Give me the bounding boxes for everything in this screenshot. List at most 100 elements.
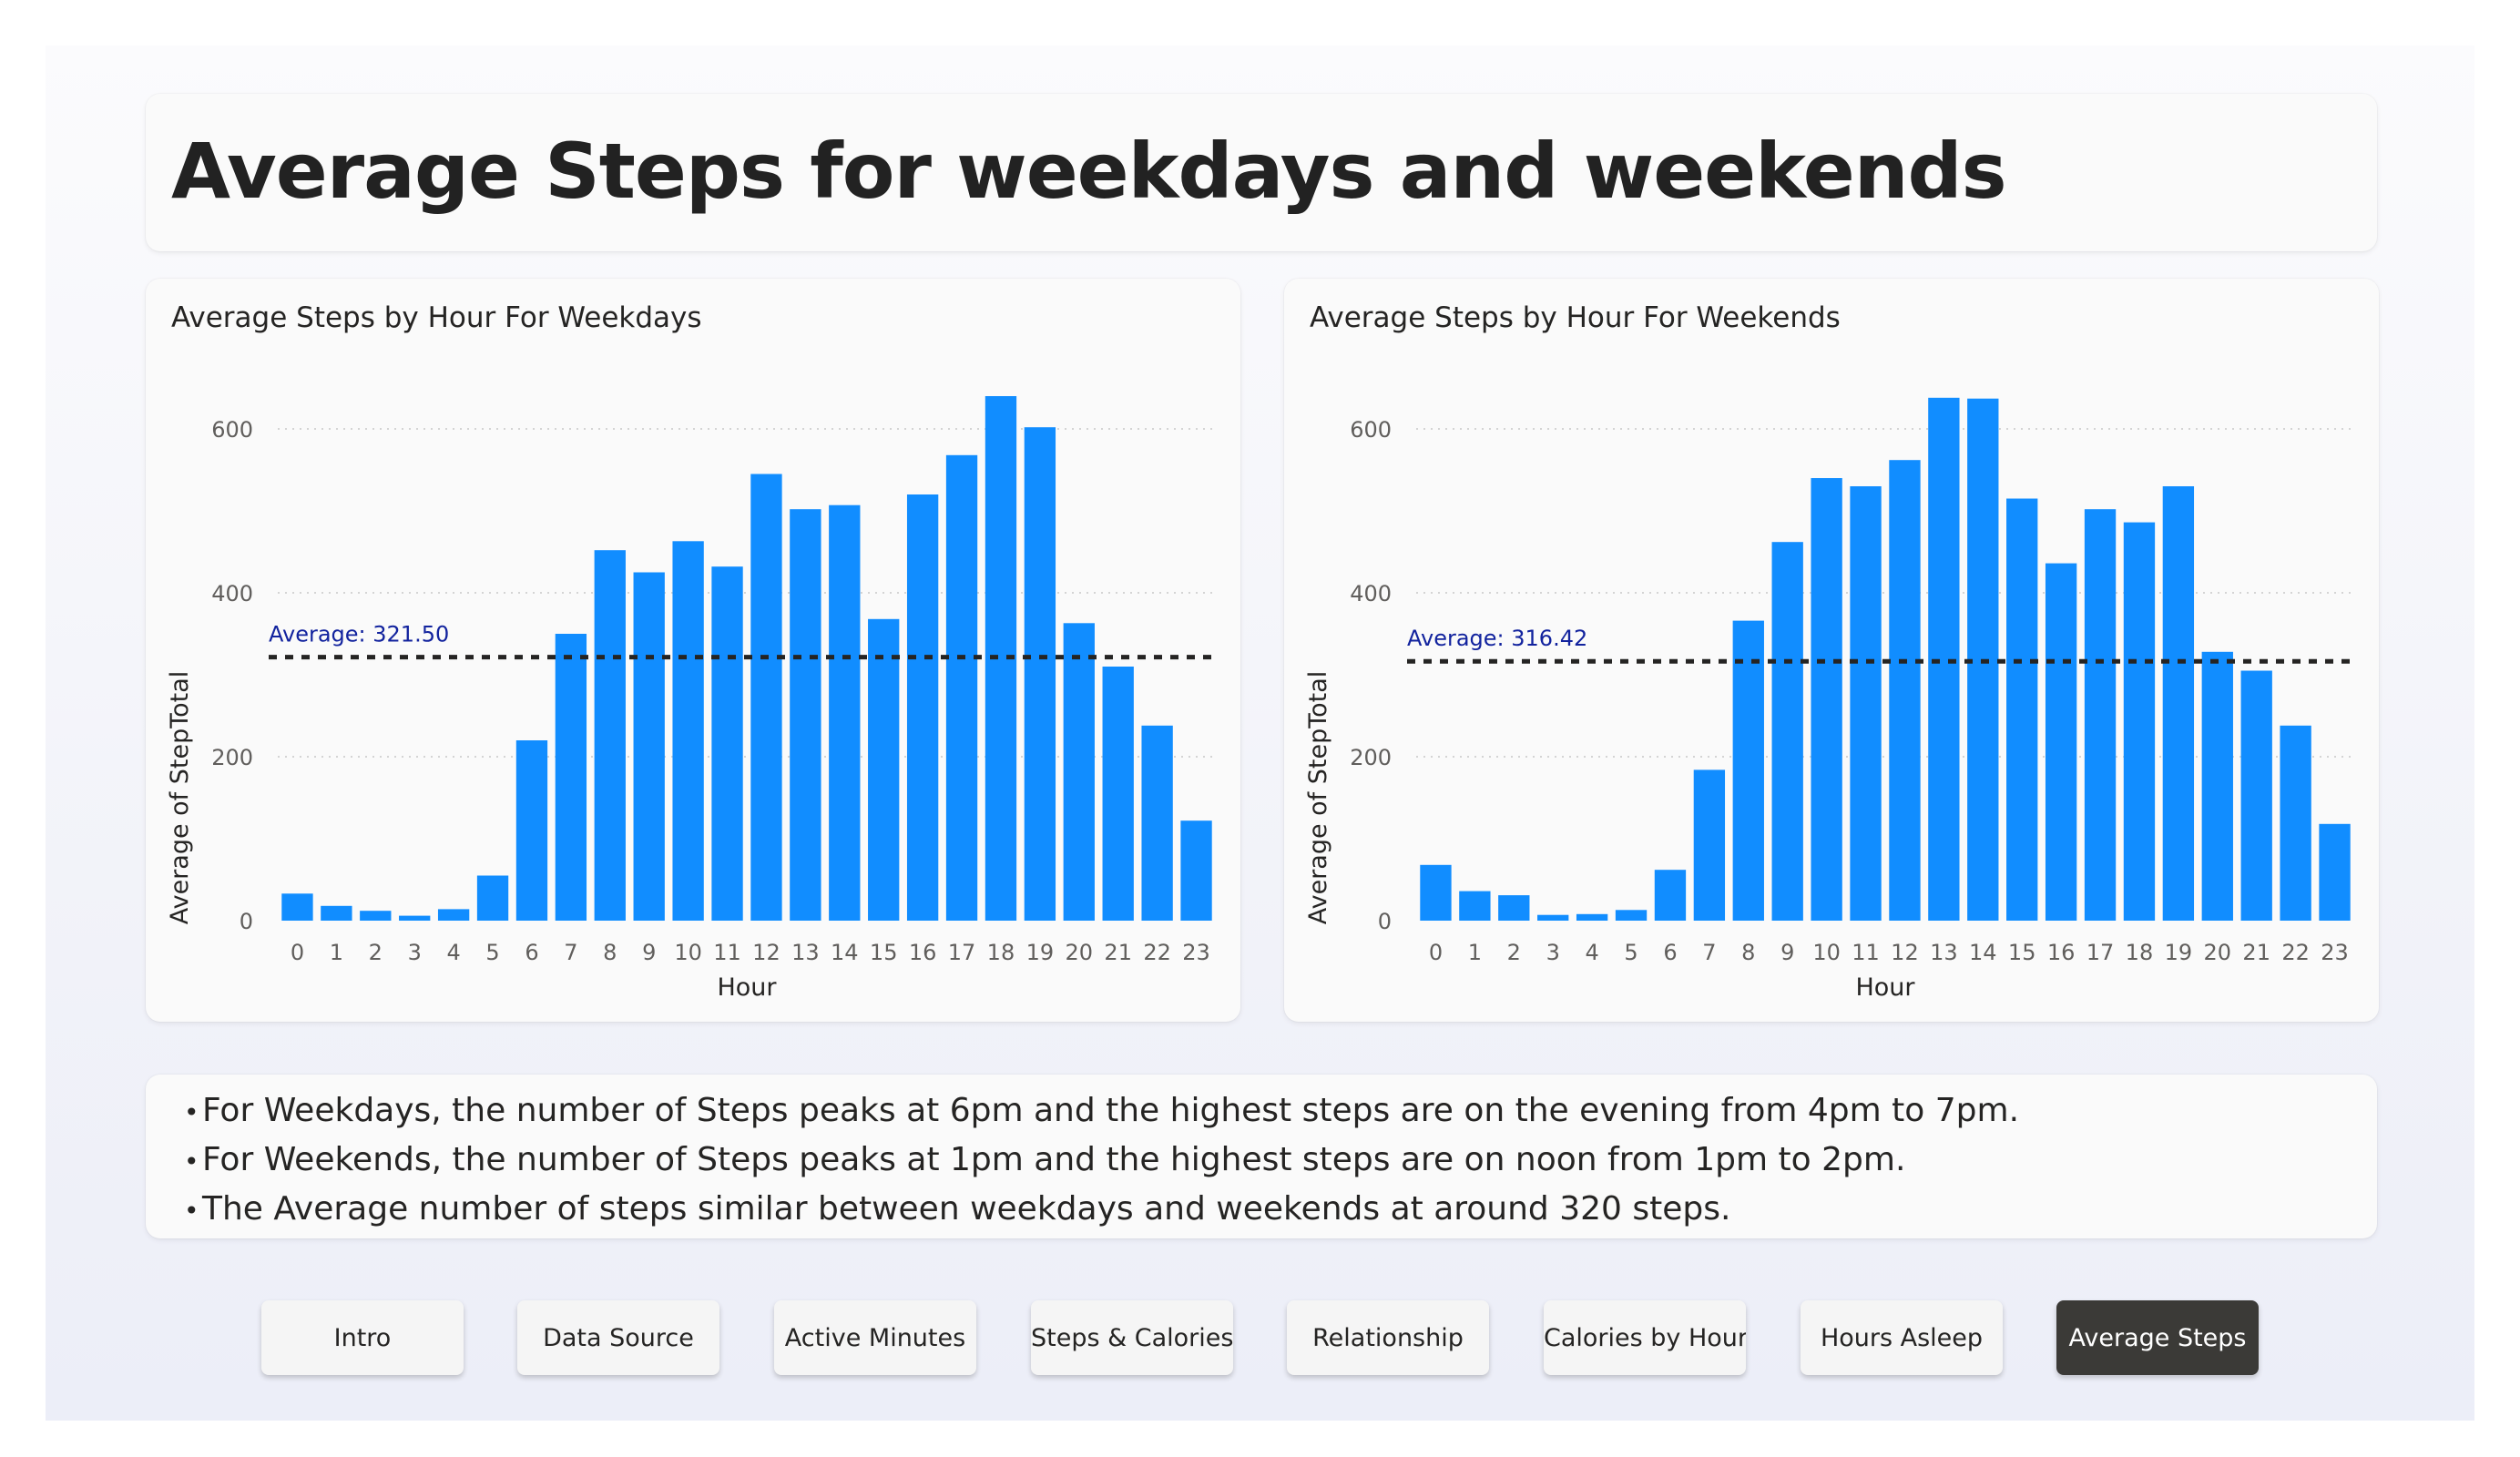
bar-hour-6[interactable] (1654, 870, 1687, 921)
bar-hour-19[interactable] (1024, 427, 1056, 921)
bar-hour-4[interactable] (1576, 913, 1608, 921)
x-tick-label: 6 (525, 940, 538, 965)
x-tick-label: 23 (2321, 940, 2349, 965)
bar-hour-8[interactable] (1732, 620, 1764, 921)
nav-button-hours-asleep[interactable]: Hours Asleep (1801, 1300, 2003, 1375)
bar-hour-15[interactable] (2006, 498, 2038, 922)
y-axis-title: Average of StepTotal (166, 671, 194, 925)
x-tick-label: 13 (791, 940, 820, 965)
nav-button-average-steps[interactable]: Average Steps (2056, 1300, 2259, 1375)
bar-hour-0[interactable] (1420, 864, 1452, 921)
bar-hour-17[interactable] (945, 454, 978, 921)
nav-button-active-minutes[interactable]: Active Minutes (774, 1300, 976, 1375)
bar-hour-10[interactable] (1811, 478, 1842, 921)
weekend-chart-card[interactable]: Average Steps by Hour For Weekends 0 200 4… (1284, 279, 2379, 1022)
x-tick-label: 0 (291, 940, 304, 965)
x-tick-label: 9 (642, 940, 656, 965)
x-tick-label: 19 (1026, 940, 1055, 965)
x-axis-title: Hour (717, 973, 777, 1002)
y-tick-label: 600 (1350, 417, 1392, 443)
bar-hour-1[interactable] (1459, 891, 1491, 921)
bar-hour-18[interactable] (2123, 522, 2156, 921)
bar-hour-15[interactable] (868, 618, 900, 921)
y-tick-label: 200 (211, 745, 253, 770)
bar-hour-2[interactable] (1498, 895, 1530, 921)
bar-hour-13[interactable] (790, 509, 821, 921)
x-tick-label: 5 (1624, 940, 1637, 965)
x-tick-label: 10 (1812, 940, 1841, 965)
insight-item: •For Weekends, the number of Steps peaks… (184, 1136, 2377, 1186)
bar-hour-3[interactable] (399, 915, 431, 921)
x-tick-label: 7 (1702, 940, 1716, 965)
x-tick-label: 2 (369, 940, 383, 965)
x-tick-label: 20 (2204, 940, 2232, 965)
average-label: Average: 316.42 (1407, 626, 1587, 651)
bar-hour-12[interactable] (1889, 460, 1921, 921)
x-tick-label: 2 (1507, 940, 1521, 965)
x-tick-label: 15 (2008, 940, 2036, 965)
insight-text: The Average number of steps similar betw… (202, 1190, 1731, 1228)
bullet-icon: • (184, 1196, 199, 1226)
insights-list: •For Weekdays, the number of Steps peaks… (146, 1075, 2377, 1235)
bar-hour-2[interactable] (360, 911, 392, 921)
nav-button-intro[interactable]: Intro (261, 1300, 464, 1375)
nav-button-relationship[interactable]: Relationship (1287, 1300, 1489, 1375)
bar-hour-0[interactable] (281, 893, 313, 921)
average-label: Average: 321.50 (269, 622, 449, 647)
x-tick-label: 23 (1182, 940, 1210, 965)
x-tick-label: 12 (1891, 940, 1919, 965)
weekday-steps-chart: 02004006000 1 2 3 4 5 6 7 8 9 10 11 12 13 14 15 16 17 18 19… (166, 396, 1216, 1002)
bar-hour-8[interactable] (594, 550, 626, 921)
title-card: Average Steps for weekdays and weekends (146, 94, 2377, 251)
bar-hour-11[interactable] (711, 566, 743, 921)
bar-hour-17[interactable] (2084, 509, 2117, 921)
bar-hour-23[interactable] (2319, 823, 2351, 921)
insight-text: For Weekdays, the number of Steps peaks … (202, 1092, 2020, 1129)
bar-hour-20[interactable] (2201, 651, 2233, 921)
bar-hour-1[interactable] (321, 905, 352, 921)
bar-hour-9[interactable] (633, 572, 665, 922)
insight-item: •For Weekdays, the number of Steps peaks… (184, 1087, 2377, 1136)
y-tick-label: 400 (1350, 581, 1392, 606)
bar-hour-22[interactable] (2280, 725, 2311, 921)
x-tick-label: 8 (603, 940, 617, 965)
bar-hour-21[interactable] (1102, 667, 1134, 921)
x-tick-label: 3 (408, 940, 422, 965)
bar-hour-3[interactable] (1537, 914, 1569, 921)
bar-hour-22[interactable] (1141, 725, 1173, 921)
bar-hour-12[interactable] (750, 474, 782, 922)
bar-hour-4[interactable] (437, 909, 470, 921)
bar-hour-10[interactable] (672, 541, 704, 921)
insight-item: •The Average number of steps similar bet… (184, 1186, 2377, 1235)
bar-hour-19[interactable] (2162, 486, 2195, 921)
y-tick-label: 400 (211, 581, 253, 606)
x-tick-label: 17 (2086, 940, 2115, 965)
x-tick-label: 3 (1546, 940, 1560, 965)
bar-hour-21[interactable] (2240, 670, 2272, 922)
bar-hour-16[interactable] (906, 494, 939, 921)
bar-hour-9[interactable] (1771, 542, 1803, 921)
bar-hour-7[interactable] (1693, 769, 1726, 921)
y-tick-label: 0 (1378, 909, 1392, 934)
x-tick-label: 14 (1969, 940, 1997, 965)
bar-hour-7[interactable] (555, 634, 587, 921)
x-tick-label: 8 (1741, 940, 1755, 965)
nav-button-steps-calories[interactable]: Steps & Calories (1031, 1300, 1233, 1375)
bar-hour-20[interactable] (1063, 623, 1095, 921)
x-tick-label: 20 (1066, 940, 1094, 965)
bar-hour-16[interactable] (2045, 563, 2077, 921)
weekday-chart-card[interactable]: Average Steps by Hour For Weekdays 0 200 4… (146, 279, 1240, 1022)
y-tick-label: 200 (1350, 745, 1392, 770)
insights-card: •For Weekdays, the number of Steps peaks… (146, 1075, 2377, 1238)
nav-button-calories-by-hour[interactable]: Calories by Hour (1544, 1300, 1746, 1375)
bar-hour-11[interactable] (1850, 486, 1882, 921)
bar-hour-6[interactable] (515, 740, 548, 921)
nav-button-data-source[interactable]: Data Source (517, 1300, 719, 1375)
insight-text: For Weekends, the number of Steps peaks … (202, 1141, 1906, 1178)
bar-hour-5[interactable] (1615, 910, 1648, 921)
x-tick-label: 11 (713, 940, 741, 965)
bar-hour-23[interactable] (1180, 820, 1212, 921)
bullet-icon: • (184, 1146, 199, 1177)
bar-hour-14[interactable] (829, 504, 861, 921)
bar-hour-5[interactable] (476, 875, 509, 922)
